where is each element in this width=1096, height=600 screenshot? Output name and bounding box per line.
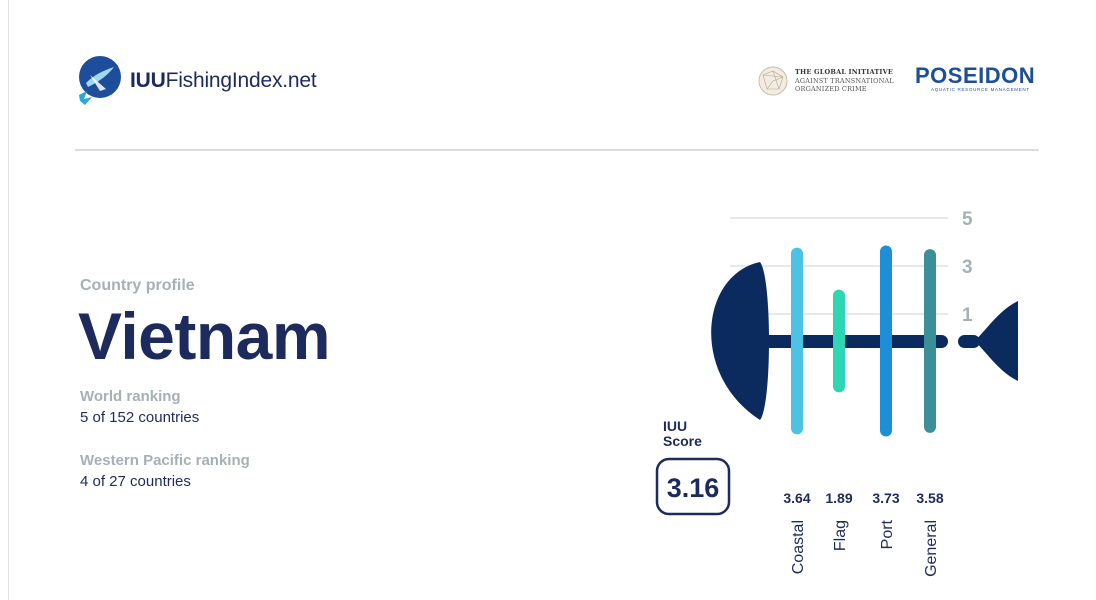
value-label-flag: 1.89: [825, 490, 852, 506]
iuu-score-chart: 5 3 1 3.64 Coastal 1.89 Flag 3.73 Port 3.58 Gener…: [655, 209, 1018, 577]
y-tick-1: 1: [962, 305, 973, 326]
overall-score-value: 3.16: [667, 473, 720, 503]
category-label-coastal: Coastal: [790, 520, 807, 574]
category-label-port: Port: [879, 519, 896, 549]
fish-tail: [975, 301, 1018, 381]
value-label-general: 3.58: [916, 490, 943, 506]
fish-spine: [760, 335, 948, 348]
value-label-coastal: 3.64: [783, 490, 810, 506]
category-label-flag: Flag: [832, 520, 849, 551]
category-label-general: General: [923, 520, 940, 577]
score-label-line2: Score: [663, 433, 702, 449]
value-label-port: 3.73: [872, 490, 899, 506]
y-tick-3: 3: [962, 257, 973, 278]
y-tick-5: 5: [962, 209, 973, 230]
score-label-line1: IUU: [663, 418, 687, 434]
